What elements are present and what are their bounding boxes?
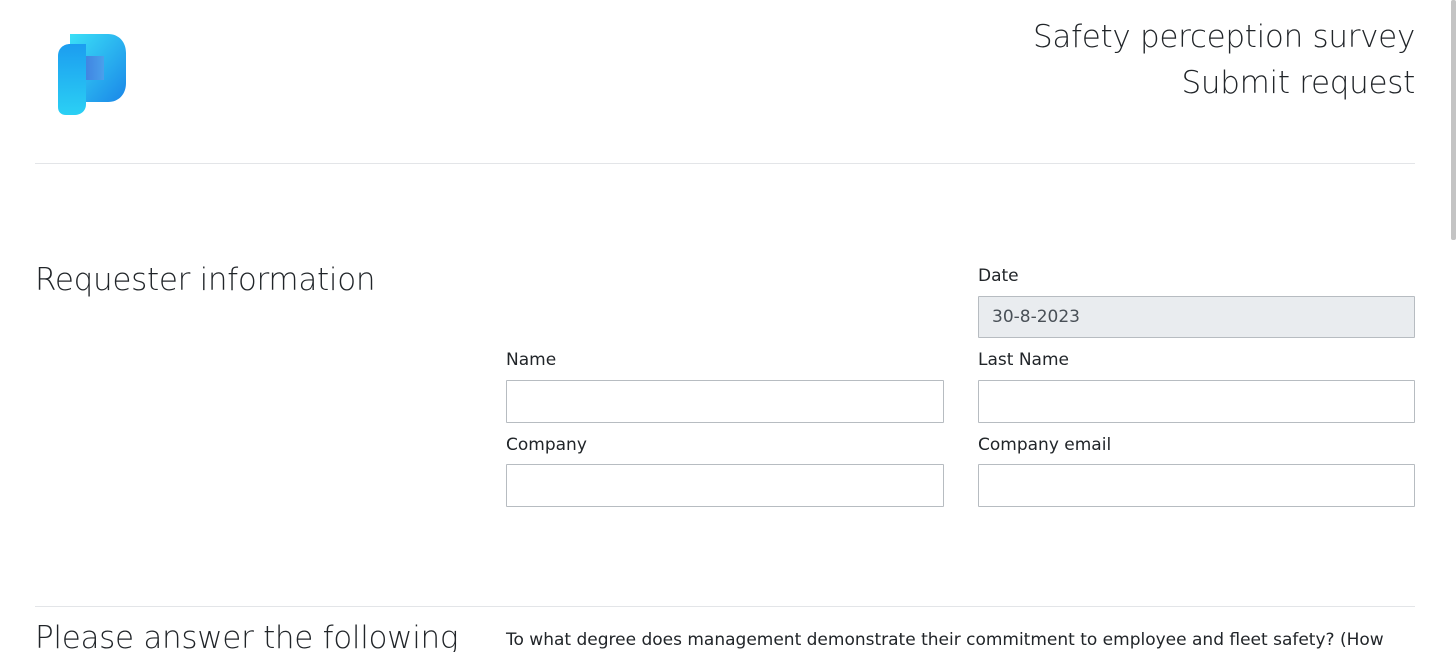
question-1-text: To what degree does management demonstra… [506, 630, 1384, 650]
power-pages-logo-icon[interactable] [56, 34, 128, 116]
page-title: Safety perception survey [1033, 19, 1415, 55]
date-field[interactable] [978, 296, 1415, 338]
section-divider [35, 606, 1415, 607]
date-label: Date [978, 266, 1019, 286]
company-email-field[interactable] [978, 464, 1415, 507]
questions-section-title: Please answer the following [35, 620, 459, 652]
page: Safety perception survey Submit request … [0, 0, 1456, 652]
name-field[interactable] [506, 380, 944, 423]
page-subtitle: Submit request [1181, 65, 1416, 101]
header-divider [35, 163, 1415, 164]
company-field[interactable] [506, 464, 944, 507]
header-titles: Safety perception survey Submit request [1033, 14, 1415, 106]
last-name-label: Last Name [978, 350, 1069, 370]
last-name-field[interactable] [978, 380, 1415, 423]
requester-section-title: Requester information [35, 262, 376, 298]
vertical-scrollbar[interactable] [1451, 0, 1456, 240]
company-email-label: Company email [978, 435, 1112, 455]
company-label: Company [506, 435, 587, 455]
name-label: Name [506, 350, 557, 370]
